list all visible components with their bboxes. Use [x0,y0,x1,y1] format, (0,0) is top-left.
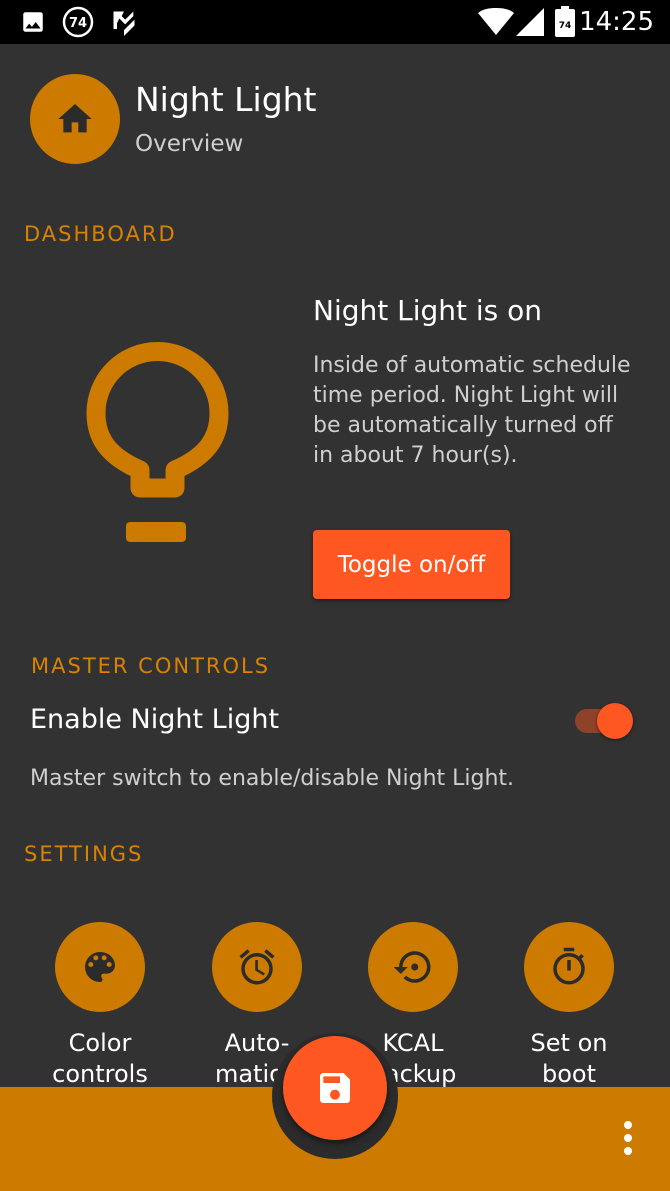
color-controls-button[interactable] [55,922,145,1012]
stopwatch-icon [553,947,585,985]
automation-button[interactable] [212,922,302,1012]
enable-night-light-switch[interactable] [573,701,635,741]
overflow-menu-button[interactable] [610,1118,646,1158]
clock: 14:25 [579,7,654,37]
settings-section-label: SETTINGS [24,842,144,866]
badge-number: 74 [69,16,87,31]
image-icon [20,0,46,44]
home-button[interactable] [30,74,120,164]
set-on-boot-label: Set on boot [530,1029,608,1088]
palette-icon [85,952,115,982]
app-subtitle: Overview [135,131,244,157]
signal-icon [516,0,544,44]
status-bar: 74 74 14:25 [0,0,670,44]
wifi-icon [478,0,514,44]
restore-icon [393,951,431,983]
master-controls-section-label: MASTER CONTROLS [31,654,271,678]
badge-74-icon: 74 [62,0,94,44]
kcal-backup-button[interactable] [368,922,458,1012]
toggle-on-off-button[interactable]: Toggle on/off [313,530,510,599]
dashboard-section-label: DASHBOARD [24,222,177,246]
night-light-status-description: Inside of automatic schedule time period… [313,353,631,468]
app-title: Night Light [135,80,317,119]
set-on-boot-tile[interactable]: Set on boot [494,922,644,1090]
save-icon [320,1073,350,1103]
enable-night-light-summary: Master switch to enable/disable Night Li… [30,766,515,791]
battery-level: 74 [559,21,572,31]
home-icon [58,104,92,133]
battery-icon: 74 [554,0,576,44]
set-on-boot-button[interactable] [524,922,614,1012]
save-fab[interactable] [283,1036,387,1140]
switch-thumb [597,703,633,739]
color-controls-label: Color controls [52,1029,148,1088]
enable-night-light-title: Enable Night Light [30,704,280,735]
lightbulb-icon [86,342,229,542]
check-icon [110,0,138,44]
night-light-status-title: Night Light is on [313,294,543,327]
more-vert-icon [624,1121,632,1155]
alarm-clock-icon [239,949,275,985]
color-controls-tile[interactable]: Color controls [25,922,175,1090]
